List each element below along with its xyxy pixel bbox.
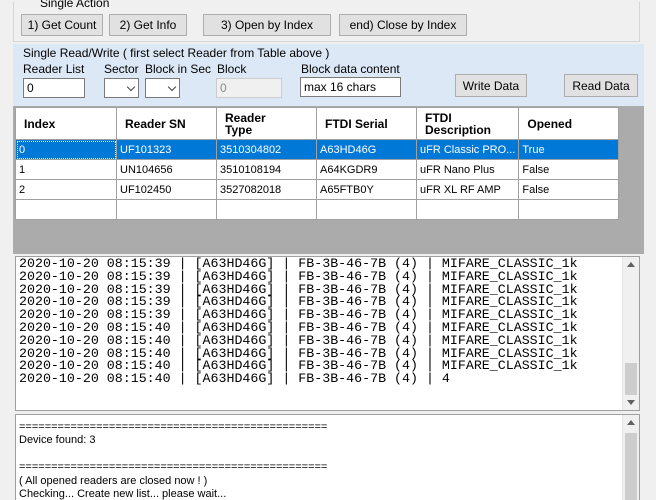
read-write-panel: Single Read/Write ( first select Reader … xyxy=(13,44,644,106)
col-header-index[interactable]: Index xyxy=(15,107,117,140)
cell-ftdi-serial[interactable]: A65FTB0Y xyxy=(316,179,417,200)
log-line: ( All opened readers are closed now ! ) xyxy=(19,474,208,487)
chevron-down-icon xyxy=(167,82,177,91)
col-header-ftdi-serial[interactable]: FTDI Serial xyxy=(316,107,417,140)
cell-opened[interactable] xyxy=(518,199,620,220)
col-header-reader-sn[interactable]: Reader SN xyxy=(116,107,217,140)
read-write-title: Single Read/Write ( first select Reader … xyxy=(23,46,330,60)
block-data-input[interactable]: max 16 chars xyxy=(300,77,401,97)
table-row[interactable]: 2 UF102450 3527082018 A65FTB0Y uFR XL RF… xyxy=(15,179,620,200)
open-by-index-button[interactable]: 3) Open by Index xyxy=(203,14,331,36)
cell-index[interactable]: 0 xyxy=(15,139,117,160)
single-action-group: Single Action 1) Get Count 2) Get Info 3… xyxy=(13,0,640,42)
col-header-ftdi-description[interactable]: FTDI Description xyxy=(415,107,520,140)
cell-opened[interactable]: False xyxy=(518,159,620,180)
cell-reader-type[interactable]: 3510108194 xyxy=(216,159,317,180)
cell-opened[interactable]: True xyxy=(518,139,620,160)
sector-select[interactable] xyxy=(104,78,139,98)
table-row[interactable]: 0 UF101323 3510304802 A63HD46G uFR Class… xyxy=(15,139,620,160)
cell-reader-sn[interactable]: UN104656 xyxy=(116,159,217,180)
sector-label: Sector xyxy=(104,62,139,76)
reader-list-input[interactable]: 0 xyxy=(23,78,85,98)
cell-ftdi-description[interactable]: uFR Classic PRO... xyxy=(415,139,520,160)
block-in-sec-label: Block in Sec xyxy=(145,62,212,76)
col-header-opened[interactable]: Opened xyxy=(518,107,620,140)
scroll-up-arrow-icon[interactable] xyxy=(627,420,635,425)
log-line: 2020-10-20 08:15:40 | [A63HD46G] | FB-3B… xyxy=(19,371,450,387)
status-log-textbox[interactable]: ========================================… xyxy=(15,414,640,500)
cell-index[interactable] xyxy=(15,199,117,220)
scroll-down-arrow-icon[interactable] xyxy=(627,400,635,405)
scroll-up-arrow-icon[interactable] xyxy=(627,262,635,267)
close-by-index-button[interactable]: end) Close by Index xyxy=(339,14,467,36)
get-info-button[interactable]: 2) Get Info xyxy=(109,14,187,36)
block-in-sec-select[interactable] xyxy=(145,78,180,98)
cell-reader-type[interactable]: 3510304802 xyxy=(216,139,317,160)
write-data-button[interactable]: Write Data xyxy=(455,74,527,97)
get-count-button[interactable]: 1) Get Count xyxy=(21,14,103,36)
cell-reader-sn[interactable] xyxy=(116,199,217,220)
reader-list-label: Reader List xyxy=(23,62,85,76)
cell-reader-type[interactable] xyxy=(216,199,317,220)
table-row-new[interactable] xyxy=(15,199,620,220)
card-log-textbox[interactable]: 2020-10-20 08:15:39 | [A63HD46G] | FB-3B… xyxy=(15,256,640,411)
block-input: 0 xyxy=(216,78,282,98)
cell-index[interactable]: 2 xyxy=(15,179,117,200)
card-log-scrollbar[interactable] xyxy=(622,257,639,410)
chevron-down-icon xyxy=(126,82,136,91)
status-log-text: ========================================… xyxy=(19,421,327,500)
block-data-label: Block data content xyxy=(301,62,400,76)
cell-ftdi-serial[interactable] xyxy=(316,199,417,220)
cell-ftdi-serial[interactable]: A63HD46G xyxy=(316,139,417,160)
log-line: ========================================… xyxy=(19,461,328,474)
reader-table: Index Reader SN Reader Type FTDI Serial … xyxy=(15,107,620,220)
single-action-title: Single Action xyxy=(38,0,112,9)
scroll-thumb[interactable] xyxy=(625,433,637,500)
cell-ftdi-description[interactable]: uFR Nano Plus xyxy=(415,159,520,180)
cell-ftdi-description[interactable] xyxy=(415,199,520,220)
table-header-row: Index Reader SN Reader Type FTDI Serial … xyxy=(15,107,620,140)
cell-ftdi-serial[interactable]: A64KGDR9 xyxy=(316,159,417,180)
log-line: Device found: 3 xyxy=(19,434,96,447)
cell-index[interactable]: 1 xyxy=(15,159,117,180)
scroll-thumb[interactable] xyxy=(625,363,637,395)
table-row[interactable]: 1 UN104656 3510108194 A64KGDR9 uFR Nano … xyxy=(15,159,620,180)
cell-opened[interactable]: False xyxy=(518,179,620,200)
status-log-scrollbar[interactable] xyxy=(622,415,639,500)
cell-reader-sn[interactable]: UF102450 xyxy=(116,179,217,200)
log-line: ========================================… xyxy=(19,421,328,433)
log-line: Checking... Create new list... please wa… xyxy=(19,488,227,500)
cell-reader-sn[interactable]: UF101323 xyxy=(116,139,217,160)
cell-ftdi-description[interactable]: uFR XL RF AMP xyxy=(415,179,520,200)
cell-reader-type[interactable]: 3527082018 xyxy=(216,179,317,200)
block-label: Block xyxy=(217,62,247,76)
card-log-text: 2020-10-20 08:15:39 | [A63HD46G] | FB-3B… xyxy=(19,257,578,387)
col-header-reader-type[interactable]: Reader Type xyxy=(216,107,317,140)
read-data-button[interactable]: Read Data xyxy=(564,74,638,97)
